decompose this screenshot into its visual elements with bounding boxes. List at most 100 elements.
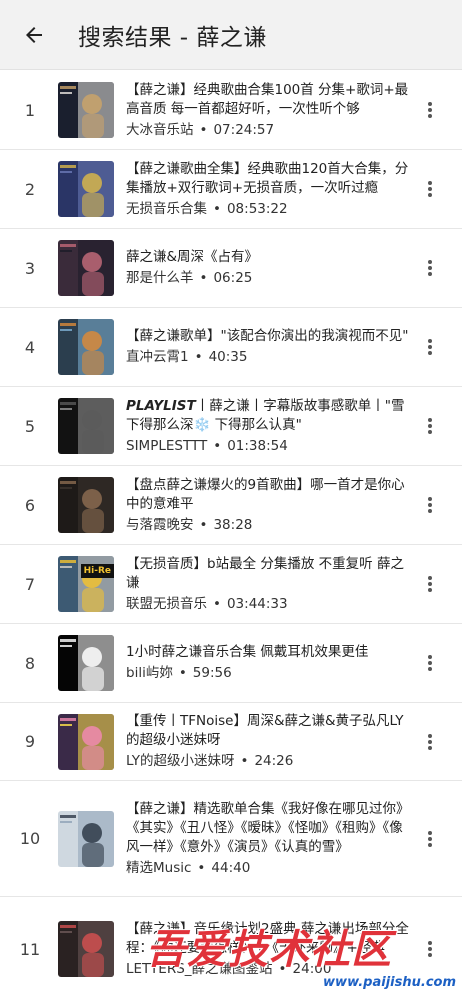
video-title: 【薛之谦】音乐缘计划2盛典 薛之谦出场部分全程：《你还要我怎样》+《天外来物》+… [126, 920, 412, 958]
back-button[interactable] [12, 13, 56, 57]
video-title-text: 薛之谦&周深《占有》 [126, 249, 259, 265]
video-thumbnail[interactable] [58, 810, 114, 867]
more-vert-icon [428, 418, 432, 422]
more-vert-icon [428, 941, 432, 945]
channel-name[interactable]: LY的超级小迷妹呀 [126, 753, 234, 769]
meta-separator: • [240, 753, 249, 769]
video-thumbnail[interactable] [58, 240, 114, 296]
video-duration: 40:35 [208, 349, 248, 365]
result-info: 【薛之谦】经典歌曲合集100首 分集+歌词+最高音质 每一首都超好听，一次性听个… [126, 81, 412, 140]
video-meta: 联盟无损音乐 • 03:44:33 [126, 595, 412, 614]
result-row[interactable]: 1 【薛之谦】经典歌曲合集100首 分集+歌词+最高音质 每一首都超好听，一次性听… [0, 71, 462, 150]
video-duration: 59:56 [192, 665, 232, 681]
video-title: 【薛之谦歌单】"该配合你演出的我演视而不见" [126, 327, 412, 346]
video-thumbnail[interactable] [58, 477, 114, 533]
more-options-button[interactable] [420, 939, 440, 959]
video-thumbnail[interactable] [58, 921, 114, 977]
video-meta: 精选Music • 44:40 [126, 859, 412, 878]
meta-separator: • [194, 349, 203, 365]
result-index: 3 [24, 258, 36, 278]
video-title: 【重传丨TFNoise】周深&薛之谦&黄子弘凡LY的超级小迷妹呀 [126, 712, 412, 750]
video-title: 【无损音质】b站最全 分集播放 不重复听 薛之谦 [126, 555, 412, 593]
video-duration: 01:38:54 [227, 437, 288, 454]
video-meta: 大冰音乐站 • 07:24:57 [126, 121, 412, 140]
result-index: 9 [24, 732, 36, 751]
video-thumbnail[interactable] [58, 635, 114, 691]
more-options-button[interactable] [420, 829, 440, 849]
app-bar: 搜索结果 - 薛之谦 [0, 0, 462, 70]
video-title: 1小时薛之谦音乐合集 佩戴耳机效果更佳 [126, 643, 412, 662]
video-meta: LY的超级小迷妹呀 • 24:26 [126, 752, 412, 771]
channel-name[interactable]: SIMPLESTTT [126, 438, 207, 454]
video-thumbnail[interactable] [58, 398, 114, 454]
result-row[interactable]: 4 【薛之谦歌单】"该配合你演出的我演视而不见" 直冲云霄1 • 40:35 [0, 308, 462, 387]
result-index: 1 [24, 100, 36, 120]
video-thumbnail[interactable] [58, 161, 114, 217]
more-vert-icon [428, 655, 432, 659]
more-options-button[interactable] [420, 732, 440, 752]
channel-name[interactable]: 直冲云霄1 [126, 349, 189, 365]
more-options-button[interactable] [420, 179, 440, 199]
result-row[interactable]: 10 【薛之谦】精选歌单合集《我好像在哪见过你》《其实》《丑八怪》《暧昧》《怪咖》… [0, 781, 462, 897]
channel-name[interactable]: 大冰音乐站 [126, 122, 194, 138]
video-title: 【薛之谦】经典歌曲合集100首 分集+歌词+最高音质 每一首都超好听，一次性听个… [126, 81, 412, 119]
video-title-text: 1小时薛之谦音乐合集 佩戴耳机效果更佳 [126, 644, 369, 660]
result-info: 薛之谦&周深《占有》 那是什么羊 • 06:25 [126, 248, 412, 288]
result-index: 8 [24, 653, 36, 673]
arrow-left-icon [26, 26, 42, 43]
more-vert-icon [428, 260, 432, 264]
meta-separator: • [213, 200, 221, 217]
video-title: 【薛之谦歌曲全集】经典歌曲120首大合集，分集播放+双行歌词+无损音质，一次听过… [126, 160, 412, 198]
video-title-text: 【盘点薛之谦爆火的9首歌曲】哪一首才是你心中的意难平 [126, 476, 405, 512]
channel-name[interactable]: 与落霞晚安 [126, 517, 194, 533]
title-prefix: PLAYLIST [126, 397, 196, 414]
more-options-button[interactable] [420, 416, 440, 436]
video-title-text: 【薛之谦】音乐缘计划2盛典 薛之谦出场部分全程：《你还要我怎样》+《天外来物》+… [126, 920, 409, 956]
result-index: 11 [19, 939, 41, 959]
more-options-button[interactable] [420, 258, 440, 278]
channel-name[interactable]: 联盟无损音乐 [126, 596, 207, 612]
more-options-button[interactable] [420, 337, 440, 357]
meta-separator: • [197, 859, 206, 876]
more-vert-icon [428, 497, 432, 501]
result-row[interactable]: 5 PLAYLIST丨薛之谦丨字幕版故事感歌单丨"雪下得那么深❄️ 下得那么认真"… [0, 387, 462, 466]
meta-separator: • [199, 516, 208, 533]
result-info: 【重传丨TFNoise】周深&薛之谦&黄子弘凡LY的超级小迷妹呀 LY的超级小迷妹… [126, 712, 412, 771]
result-row[interactable]: 8 1小时薛之谦音乐合集 佩戴耳机效果更佳 bili屿妳 • 59:56 [0, 624, 462, 703]
result-row[interactable]: 11 【薛之谦】音乐缘计划2盛典 薛之谦出场部分全程：《你还要我怎样》+《天外来物… [0, 897, 462, 1000]
more-options-button[interactable] [420, 653, 440, 673]
meta-separator: • [178, 665, 187, 681]
thumbnail-label: Hi-Re [80, 564, 114, 578]
meta-separator: • [199, 121, 208, 138]
video-thumbnail[interactable] [58, 713, 114, 770]
more-options-button[interactable] [420, 100, 440, 120]
more-vert-icon [428, 339, 432, 343]
channel-name[interactable]: 无损音乐合集 [126, 201, 207, 217]
video-title-text: 【重传丨TFNoise】周深&薛之谦&黄子弘凡LY的超级小迷妹呀 [126, 713, 404, 748]
result-index: 10 [19, 829, 41, 848]
result-row[interactable]: 3 薛之谦&周深《占有》 那是什么羊 • 06:25 [0, 229, 462, 308]
more-options-button[interactable] [420, 495, 440, 515]
channel-name[interactable]: 精选Music [126, 860, 191, 876]
video-duration: 24:00 [292, 960, 332, 977]
result-index: 5 [24, 416, 36, 436]
video-duration: 06:25 [213, 270, 253, 286]
channel-name[interactable]: bili屿妳 [126, 665, 173, 681]
more-vert-icon [428, 102, 432, 106]
channel-name[interactable]: LETTERS_薛之谦图鉴站 [126, 961, 273, 977]
video-thumbnail[interactable] [58, 82, 114, 138]
video-duration: 38:28 [213, 516, 253, 533]
result-row[interactable]: 6 【盘点薛之谦爆火的9首歌曲】哪一首才是你心中的意难平 与落霞晚安 • 38:28 [0, 466, 462, 545]
more-options-button[interactable] [420, 574, 440, 594]
video-thumbnail[interactable]: Hi-Re [58, 556, 114, 612]
result-info: PLAYLIST丨薛之谦丨字幕版故事感歌单丨"雪下得那么深❄️ 下得那么认真" S… [126, 397, 412, 456]
result-row[interactable]: 2 【薛之谦歌曲全集】经典歌曲120首大合集，分集播放+双行歌词+无损音质，一次听… [0, 150, 462, 229]
result-index: 7 [24, 574, 36, 594]
channel-name[interactable]: 那是什么羊 [126, 270, 194, 286]
result-info: 【薛之谦歌单】"该配合你演出的我演视而不见" 直冲云霄1 • 40:35 [126, 327, 412, 367]
video-thumbnail[interactable] [58, 319, 114, 375]
result-row[interactable]: 7 Hi-Re 【无损音质】b站最全 分集播放 不重复听 薛之谦联盟无损音乐 • 03:… [0, 545, 462, 624]
result-row[interactable]: 9 【重传丨TFNoise】周深&薛之谦&黄子弘凡LY的超级小迷妹呀 LY的超级小迷… [0, 703, 462, 781]
result-index: 4 [24, 337, 36, 357]
video-meta: 无损音乐合集 • 08:53:22 [126, 200, 412, 219]
